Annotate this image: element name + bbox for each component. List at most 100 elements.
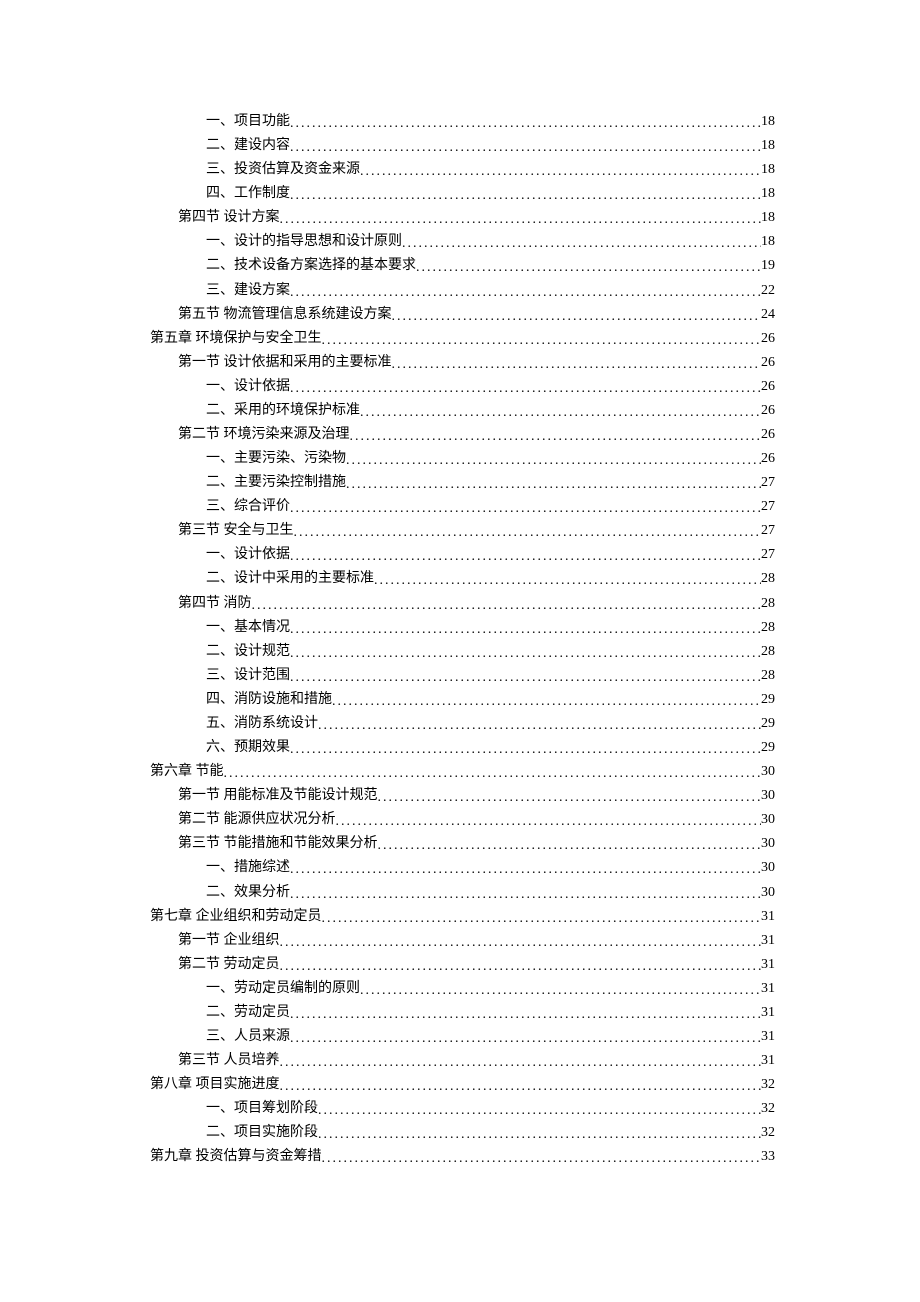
toc-entry-title: 第四节 消防 <box>178 592 252 616</box>
toc-entry[interactable]: 一、基本情况28 <box>150 616 775 640</box>
toc-entry-page: 30 <box>761 808 775 832</box>
toc-entry[interactable]: 三、综合评价27 <box>150 495 775 519</box>
toc-entry-title: 一、主要污染、污染物 <box>206 447 346 471</box>
toc-leader-dots <box>290 184 761 208</box>
toc-entry-page: 18 <box>761 134 775 158</box>
toc-entry[interactable]: 第五章 环境保护与安全卫生26 <box>150 327 775 351</box>
toc-entry[interactable]: 二、设计中采用的主要标准28 <box>150 567 775 591</box>
toc-entry-title: 第八章 项目实施进度 <box>150 1073 280 1097</box>
toc-entry[interactable]: 第四节 消防 28 <box>150 592 775 616</box>
toc-leader-dots <box>322 1147 762 1171</box>
toc-entry-page: 22 <box>761 279 775 303</box>
toc-leader-dots <box>290 377 761 401</box>
toc-leader-dots <box>318 1099 761 1123</box>
toc-entry[interactable]: 第一节 设计依据和采用的主要标准26 <box>150 351 775 375</box>
toc-entry[interactable]: 第六章 节能 30 <box>150 760 775 784</box>
toc-entry[interactable]: 一、设计依据27 <box>150 543 775 567</box>
toc-entry[interactable]: 二、建设内容 18 <box>150 134 775 158</box>
toc-entry-page: 27 <box>761 471 775 495</box>
toc-leader-dots <box>322 329 762 353</box>
toc-entry-title: 第三节 节能措施和节能效果分析 <box>178 832 378 856</box>
toc-entry[interactable]: 二、项目实施阶段32 <box>150 1121 775 1145</box>
toc-entry[interactable]: 第二节 劳动定员 31 <box>150 953 775 977</box>
toc-leader-dots <box>290 1003 761 1027</box>
toc-entry-page: 18 <box>761 158 775 182</box>
toc-entry[interactable]: 三、建设方案22 <box>150 279 775 303</box>
toc-entry[interactable]: 一、劳动定员编制的原则31 <box>150 977 775 1001</box>
toc-entry-title: 一、设计的指导思想和设计原则 <box>206 230 402 254</box>
table-of-contents: 一、项目功能18二、建设内容18三、投资估算及资金来源18四、工作制度18第四节… <box>150 110 775 1169</box>
toc-entry[interactable]: 第三节 人员培养31 <box>150 1049 775 1073</box>
toc-entry-page: 31 <box>761 929 775 953</box>
toc-entry[interactable]: 第二节 环境污染来源及治理26 <box>150 423 775 447</box>
toc-leader-dots <box>360 401 761 425</box>
toc-entry[interactable]: 二、主要污染控制措施27 <box>150 471 775 495</box>
toc-leader-dots <box>290 738 761 762</box>
toc-entry[interactable]: 四、消防设施和措施 29 <box>150 688 775 712</box>
toc-entry[interactable]: 一、项目功能18 <box>150 110 775 134</box>
toc-entry[interactable]: 第八章 项目实施进度32 <box>150 1073 775 1097</box>
toc-entry-title: 一、基本情况 <box>206 616 290 640</box>
toc-entry[interactable]: 二、设计规范28 <box>150 640 775 664</box>
toc-leader-dots <box>332 690 761 714</box>
toc-entry[interactable]: 一、设计的指导思想和设计原则 18 <box>150 230 775 254</box>
toc-entry[interactable]: 一、设计依据26 <box>150 375 775 399</box>
toc-entry[interactable]: 第一节 用能标准及节能设计规范30 <box>150 784 775 808</box>
toc-entry-title: 二、劳动定员 <box>206 1001 290 1025</box>
toc-leader-dots <box>290 136 761 160</box>
toc-leader-dots <box>294 521 762 545</box>
toc-entry-page: 30 <box>761 881 775 905</box>
toc-entry-title: 二、建设内容 <box>206 134 290 158</box>
toc-entry[interactable]: 一、项目筹划阶段32 <box>150 1097 775 1121</box>
toc-entry-title: 一、劳动定员编制的原则 <box>206 977 360 1001</box>
toc-entry-title: 二、项目实施阶段 <box>206 1121 318 1145</box>
toc-entry[interactable]: 二、劳动定员31 <box>150 1001 775 1025</box>
toc-leader-dots <box>280 208 762 232</box>
toc-entry[interactable]: 第二节 能源供应状况分析 30 <box>150 808 775 832</box>
toc-entry-page: 29 <box>761 688 775 712</box>
toc-leader-dots <box>322 907 762 931</box>
toc-entry-title: 第二节 能源供应状况分析 <box>178 808 336 832</box>
toc-leader-dots <box>360 979 761 1003</box>
toc-entry[interactable]: 三、投资估算及资金来源 18 <box>150 158 775 182</box>
toc-entry-title: 第六章 节能 <box>150 760 224 784</box>
toc-entry[interactable]: 第一节 企业组织31 <box>150 929 775 953</box>
toc-entry[interactable]: 第五节 物流管理信息系统建设方案24 <box>150 303 775 327</box>
toc-entry[interactable]: 第四节 设计方案18 <box>150 206 775 230</box>
toc-entry[interactable]: 一、主要污染、污染物26 <box>150 447 775 471</box>
toc-entry-page: 18 <box>761 110 775 134</box>
toc-leader-dots <box>318 1123 761 1147</box>
toc-entry[interactable]: 二、采用的环境保护标准26 <box>150 399 775 423</box>
toc-entry-page: 18 <box>761 230 775 254</box>
toc-entry-title: 第二节 劳动定员 <box>178 953 280 977</box>
toc-entry[interactable]: 第七章 企业组织和劳动定员31 <box>150 905 775 929</box>
toc-leader-dots <box>290 545 761 569</box>
toc-entry-title: 四、消防设施和措施 <box>206 688 332 712</box>
toc-entry-page: 28 <box>761 592 775 616</box>
toc-leader-dots <box>392 353 762 377</box>
toc-entry[interactable]: 第三节 安全与卫生27 <box>150 519 775 543</box>
toc-entry[interactable]: 三、人员来源31 <box>150 1025 775 1049</box>
toc-entry-title: 第一节 设计依据和采用的主要标准 <box>178 351 392 375</box>
toc-entry[interactable]: 六、预期效果29 <box>150 736 775 760</box>
toc-entry[interactable]: 一、措施综述30 <box>150 856 775 880</box>
toc-entry-page: 30 <box>761 856 775 880</box>
toc-entry-page: 27 <box>761 495 775 519</box>
toc-entry-title: 三、投资估算及资金来源 <box>206 158 360 182</box>
toc-entry[interactable]: 二、技术设备方案选择的基本要求19 <box>150 254 775 278</box>
toc-leader-dots <box>416 256 761 280</box>
toc-leader-dots <box>280 931 762 955</box>
toc-entry[interactable]: 四、工作制度18 <box>150 182 775 206</box>
toc-entry[interactable]: 五、消防系统设计29 <box>150 712 775 736</box>
toc-entry-page: 31 <box>761 953 775 977</box>
toc-entry[interactable]: 三、设计范围28 <box>150 664 775 688</box>
toc-entry[interactable]: 第三节 节能措施和节能效果分析30 <box>150 832 775 856</box>
toc-entry-page: 29 <box>761 736 775 760</box>
toc-leader-dots <box>290 618 761 642</box>
toc-entry-page: 28 <box>761 664 775 688</box>
toc-entry[interactable]: 第九章 投资估算与资金筹措33 <box>150 1145 775 1169</box>
toc-entry-page: 30 <box>761 760 775 784</box>
toc-entry[interactable]: 二、效果分析30 <box>150 881 775 905</box>
toc-entry-title: 二、设计中采用的主要标准 <box>206 567 374 591</box>
toc-entry-page: 19 <box>761 254 775 278</box>
